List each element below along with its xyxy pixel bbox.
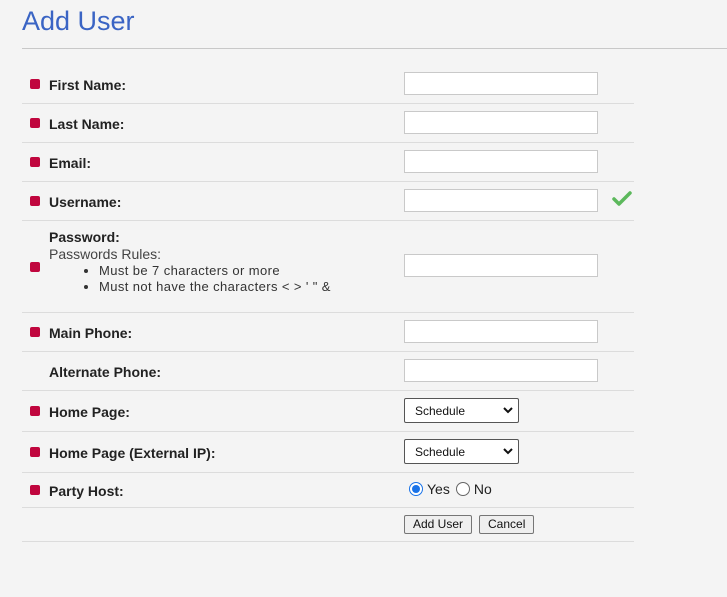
row-home-page: Home Page: Schedule bbox=[22, 391, 634, 432]
chevron-down-icon bbox=[503, 448, 513, 455]
last-name-label: Last Name: bbox=[49, 116, 125, 132]
password-rules-list: Must be 7 characters or more Must not ha… bbox=[49, 263, 331, 295]
required-marker bbox=[30, 262, 40, 272]
page-title: Add User bbox=[22, 6, 135, 36]
row-alternate-phone: Alternate Phone: bbox=[22, 352, 634, 391]
first-name-input[interactable] bbox=[404, 72, 598, 95]
cancel-button[interactable]: Cancel bbox=[479, 515, 535, 534]
password-label-block: Password: Passwords Rules: Must be 7 cha… bbox=[49, 229, 331, 295]
row-main-phone: Main Phone: bbox=[22, 313, 634, 352]
check-icon bbox=[612, 191, 632, 206]
required-marker bbox=[30, 406, 40, 416]
password-label: Password: bbox=[49, 229, 120, 245]
party-host-no-label[interactable]: No bbox=[474, 481, 492, 497]
alternate-phone-input[interactable] bbox=[404, 359, 598, 382]
home-page-external-label: Home Page (External IP): bbox=[49, 445, 216, 461]
alternate-phone-label: Alternate Phone: bbox=[49, 364, 162, 380]
party-host-yes-radio[interactable] bbox=[409, 482, 423, 496]
add-user-form: First Name: Last Name: Email: Username: … bbox=[22, 65, 634, 542]
email-label: Email: bbox=[49, 155, 92, 171]
row-username: Username: bbox=[22, 182, 634, 221]
last-name-input[interactable] bbox=[404, 111, 598, 134]
required-marker bbox=[30, 447, 40, 457]
add-user-button[interactable]: Add User bbox=[404, 515, 473, 534]
row-email: Email: bbox=[22, 143, 634, 182]
home-page-external-select[interactable]: Schedule bbox=[404, 439, 519, 464]
password-rules-title: Passwords Rules: bbox=[49, 246, 162, 262]
party-host-label: Party Host: bbox=[49, 483, 124, 499]
row-actions: Add User Cancel bbox=[22, 508, 634, 542]
party-host-yes-label[interactable]: Yes bbox=[427, 481, 450, 497]
main-phone-input[interactable] bbox=[404, 320, 598, 343]
required-marker bbox=[30, 118, 40, 128]
email-input[interactable] bbox=[404, 150, 598, 173]
party-host-no-radio[interactable] bbox=[455, 482, 470, 496]
username-input[interactable] bbox=[404, 189, 598, 212]
password-input[interactable] bbox=[404, 254, 598, 277]
row-password: Password: Passwords Rules: Must be 7 cha… bbox=[22, 221, 634, 313]
row-first-name: First Name: bbox=[22, 65, 634, 104]
first-name-label: First Name: bbox=[49, 77, 127, 93]
party-host-radio-group: Yes No bbox=[409, 481, 498, 497]
username-label: Username: bbox=[49, 194, 122, 210]
required-marker bbox=[30, 79, 40, 89]
required-marker bbox=[30, 196, 40, 206]
chevron-down-icon bbox=[503, 407, 513, 414]
password-rule: Must not have the characters < > ' " & bbox=[99, 279, 331, 295]
home-page-select[interactable]: Schedule bbox=[404, 398, 519, 423]
home-page-external-selected-value: Schedule bbox=[415, 445, 466, 459]
row-last-name: Last Name: bbox=[22, 104, 634, 143]
required-marker bbox=[30, 157, 40, 167]
required-marker bbox=[30, 485, 40, 495]
row-home-page-external: Home Page (External IP): Schedule bbox=[22, 432, 634, 473]
home-page-selected-value: Schedule bbox=[415, 404, 466, 418]
required-marker bbox=[30, 327, 40, 337]
home-page-label: Home Page: bbox=[49, 404, 130, 420]
main-phone-label: Main Phone: bbox=[49, 325, 133, 341]
row-party-host: Party Host: Yes No bbox=[22, 473, 634, 508]
password-rule: Must be 7 characters or more bbox=[99, 263, 331, 279]
title-divider bbox=[22, 48, 727, 49]
